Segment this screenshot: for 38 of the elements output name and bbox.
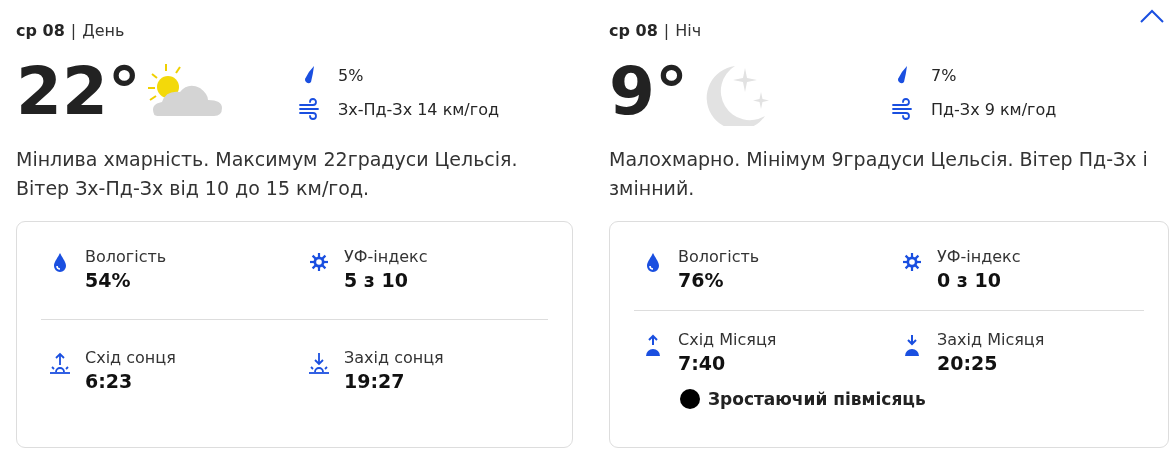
detail-label: Схід сонця	[85, 347, 176, 369]
separator: |	[663, 20, 670, 40]
date-label: ср 08	[16, 20, 65, 40]
detail-value: 54%	[85, 268, 132, 292]
date-label: ср 08	[609, 20, 658, 40]
wind-icon	[891, 98, 915, 120]
sun-icon	[901, 250, 923, 274]
detail-value: 5 з 10	[344, 268, 409, 292]
detail-value: 7:40	[678, 351, 727, 375]
moon-phase-label: Зростаючий півмісяць	[708, 389, 926, 409]
precipitation-value: 7%	[931, 65, 957, 85]
period-label: Ніч	[675, 20, 702, 40]
detail-label: Вологість	[678, 246, 760, 268]
sunrise-icon	[49, 351, 71, 375]
wind-value: Пд-Зх 9 км/год	[931, 99, 1057, 119]
wind-icon	[298, 98, 322, 120]
detail-value: 76%	[678, 268, 725, 292]
forecast-description: Малохмарно. Мінімум 9градуси Цельсія. Вітер Пд-Зх і змінний.	[609, 147, 1149, 201]
period-label: День	[82, 20, 125, 40]
sunset-icon	[308, 351, 330, 375]
detail-label: Захід сонця	[344, 347, 444, 369]
temperature: 22°	[16, 59, 142, 125]
wind-value: Зх-Пд-Зх 14 км/год	[338, 99, 499, 119]
detail-value: 20:25	[937, 351, 999, 375]
forecast-description: Мінлива хмарність. Максимум 22градуси Цельсія. Вітер Зх-Пд-Зх від 10 до 15 км/год.	[16, 147, 519, 201]
detail-value: 0 з 10	[937, 268, 1002, 292]
sun-icon	[308, 250, 330, 274]
detail-label: Захід Місяця	[937, 329, 1045, 351]
detail-label: Вологість	[85, 246, 167, 268]
moon-phase-icon	[680, 389, 700, 409]
precipitation-value: 5%	[338, 65, 364, 85]
detail-label: УФ-індекс	[344, 246, 428, 268]
temperature: 9°	[609, 59, 689, 125]
separator: |	[70, 20, 77, 40]
detail-label: УФ-індекс	[937, 246, 1021, 268]
detail-value: 19:27	[344, 369, 406, 393]
detail-label: Схід Місяця	[678, 329, 777, 351]
detail-value: 6:23	[85, 369, 134, 393]
